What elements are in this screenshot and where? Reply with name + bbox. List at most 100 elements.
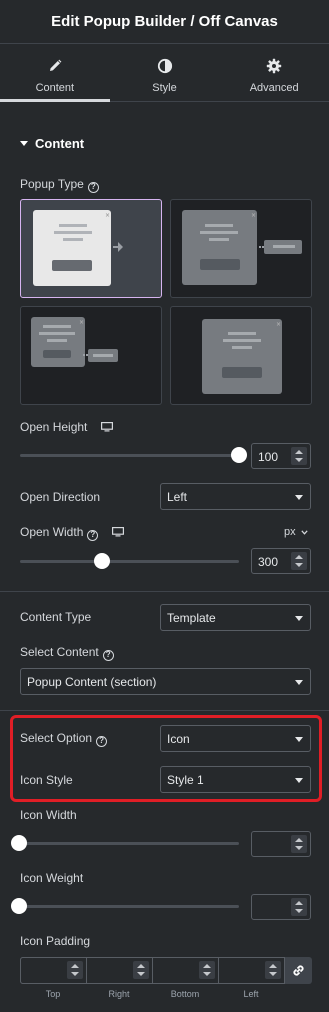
open-width-input[interactable]: 300 bbox=[251, 548, 311, 574]
open-height-label-text: Open Height bbox=[20, 420, 88, 434]
popup-type-label-text: Popup Type bbox=[20, 177, 84, 191]
tab-content[interactable]: Content bbox=[0, 44, 110, 102]
open-height-stepper[interactable] bbox=[291, 447, 307, 465]
half-circle-icon bbox=[157, 58, 172, 74]
panel-title: Edit Popup Builder / Off Canvas bbox=[51, 13, 278, 30]
open-height-input[interactable]: 100 bbox=[251, 443, 311, 469]
icon-weight-label: Icon Weight bbox=[20, 871, 84, 885]
popup-type-option-1[interactable]: × bbox=[20, 199, 162, 298]
open-height-slider-handle[interactable] bbox=[231, 447, 247, 463]
divider bbox=[0, 710, 329, 711]
help-icon[interactable]: ? bbox=[87, 530, 99, 541]
popup-type-option-3[interactable]: × bbox=[20, 306, 162, 405]
svg-text:×: × bbox=[105, 212, 110, 219]
open-width-stepper[interactable] bbox=[291, 552, 307, 570]
open-width-value: 300 bbox=[258, 555, 279, 569]
divider bbox=[0, 591, 329, 592]
open-direction-label: Open Direction bbox=[20, 490, 101, 504]
pencil-icon bbox=[49, 59, 62, 71]
select-option-value: Icon bbox=[167, 732, 190, 746]
monitor-icon[interactable] bbox=[111, 527, 124, 537]
tab-style[interactable]: Style bbox=[110, 44, 220, 101]
select-content-select[interactable]: Popup Content (section) bbox=[20, 668, 311, 695]
select-option-label-text: Select Option bbox=[20, 731, 93, 745]
help-icon[interactable]: ? bbox=[87, 182, 99, 193]
popup-type-option-2[interactable]: × bbox=[170, 199, 312, 298]
popup-side-illustration: × bbox=[182, 210, 302, 285]
tab-advanced-label: Advanced bbox=[249, 82, 299, 94]
chevron-down-icon bbox=[301, 530, 308, 535]
padding-left-stepper[interactable] bbox=[265, 961, 281, 979]
unit-value: px bbox=[284, 526, 296, 538]
popup-center-illustration: × bbox=[33, 210, 123, 286]
content-section-toggle[interactable]: Content bbox=[20, 136, 84, 151]
chevron-down-icon bbox=[295, 495, 303, 500]
help-icon[interactable]: ? bbox=[96, 736, 108, 747]
chevron-down-icon bbox=[295, 616, 303, 621]
padding-top-stepper[interactable] bbox=[67, 961, 83, 979]
padding-bottom-input[interactable] bbox=[152, 957, 219, 984]
icon-width-slider-track[interactable] bbox=[20, 842, 239, 845]
padding-left-input[interactable] bbox=[218, 957, 285, 984]
tab-content-label: Content bbox=[35, 82, 75, 94]
content-type-label: Content Type bbox=[20, 610, 92, 624]
select-content-value: Popup Content (section) bbox=[27, 675, 157, 689]
padding-bottom-stepper[interactable] bbox=[199, 961, 215, 979]
monitor-icon[interactable] bbox=[100, 422, 113, 432]
padding-top-input[interactable] bbox=[20, 957, 87, 984]
icon-padding-label: Icon Padding bbox=[20, 934, 91, 948]
padding-right-input[interactable] bbox=[86, 957, 153, 984]
icon-width-stepper[interactable] bbox=[291, 835, 307, 853]
svg-text:×: × bbox=[276, 321, 281, 328]
open-height-value: 100 bbox=[258, 450, 279, 464]
content-type-value: Template bbox=[167, 611, 216, 625]
icon-weight-stepper[interactable] bbox=[291, 898, 307, 916]
svg-text:×: × bbox=[79, 319, 84, 326]
link-values-button[interactable] bbox=[285, 957, 312, 984]
popup-type-label: Popup Type? bbox=[20, 177, 99, 193]
select-option-label: Select Option? bbox=[20, 731, 108, 747]
select-content-label-text: Select Content bbox=[20, 645, 99, 659]
icon-weight-slider-track[interactable] bbox=[20, 905, 239, 908]
panel-header: Edit Popup Builder / Off Canvas bbox=[0, 0, 329, 44]
chevron-down-icon bbox=[295, 737, 303, 742]
padding-right-label: Right bbox=[108, 989, 130, 999]
icon-padding-group bbox=[20, 957, 312, 984]
help-icon[interactable]: ? bbox=[102, 650, 114, 661]
open-direction-select[interactable]: Left bbox=[160, 483, 311, 510]
open-height-label: Open Height bbox=[20, 420, 113, 434]
icon-style-value: Style 1 bbox=[167, 773, 204, 787]
unit-select[interactable]: px bbox=[284, 526, 308, 538]
padding-top-label: Top bbox=[45, 989, 61, 999]
icon-width-label: Icon Width bbox=[20, 808, 77, 822]
padding-right-stepper[interactable] bbox=[133, 961, 149, 979]
section-title: Content bbox=[35, 136, 85, 151]
padding-left-label: Left bbox=[243, 989, 259, 999]
caret-down-icon bbox=[20, 141, 28, 146]
open-width-slider-track[interactable] bbox=[20, 560, 239, 563]
popup-type-option-4[interactable]: × bbox=[170, 306, 312, 405]
link-icon bbox=[293, 965, 304, 976]
padding-bottom-label: Bottom bbox=[170, 989, 200, 999]
tab-style-label: Style bbox=[152, 82, 177, 94]
select-option-select[interactable]: Icon bbox=[160, 725, 311, 752]
svg-text:×: × bbox=[251, 212, 256, 219]
icon-weight-input[interactable] bbox=[251, 894, 311, 920]
select-content-label: Select Content? bbox=[20, 645, 114, 661]
popup-corner-illustration: × bbox=[31, 317, 118, 367]
open-height-slider-track[interactable] bbox=[20, 454, 239, 457]
icon-width-input[interactable] bbox=[251, 831, 311, 857]
icon-style-select[interactable]: Style 1 bbox=[160, 766, 311, 793]
tab-advanced[interactable]: Advanced bbox=[219, 44, 329, 101]
tab-bar: Content Style Advanced bbox=[0, 44, 329, 102]
open-direction-value: Left bbox=[167, 490, 188, 504]
content-type-select[interactable]: Template bbox=[160, 604, 311, 631]
open-width-label-text: Open Width bbox=[20, 525, 84, 539]
icon-width-slider-handle[interactable] bbox=[11, 835, 27, 851]
open-width-label: Open Width? bbox=[20, 525, 124, 541]
chevron-down-icon bbox=[295, 778, 303, 783]
icon-style-label: Icon Style bbox=[20, 773, 73, 787]
popup-full-illustration: × bbox=[202, 319, 282, 394]
icon-weight-slider-handle[interactable] bbox=[11, 898, 27, 914]
open-width-slider-handle[interactable] bbox=[94, 553, 110, 569]
